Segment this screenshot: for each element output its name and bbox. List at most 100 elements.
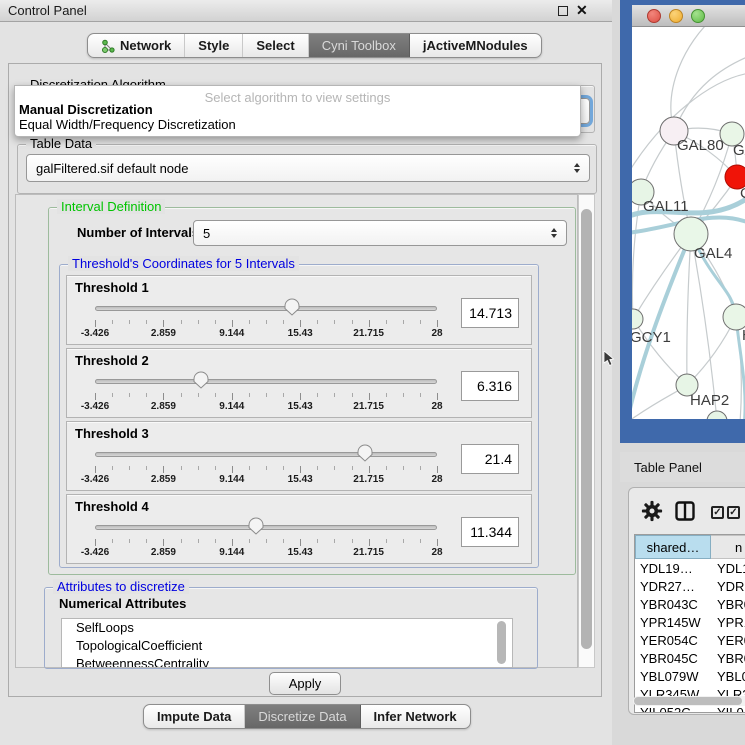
network-node[interactable] (707, 411, 727, 419)
slider-tick (198, 393, 199, 397)
network-view-window: GAL80GACGAL11GAL4GCY1HHAP2 (620, 0, 745, 443)
threshold-slider-track[interactable] (95, 379, 437, 384)
table-scrollbar-thumb[interactable] (634, 697, 742, 705)
network-node-label: GA (733, 142, 745, 159)
slider-tick-label: 15.43 (277, 401, 323, 412)
cell-shared-name[interactable]: YER054C (635, 631, 711, 649)
tab-label: Infer Network (374, 709, 457, 724)
network-node-gcy1[interactable] (632, 309, 643, 329)
threshold-slider-thumb[interactable] (284, 298, 300, 316)
tab-discretize-data[interactable]: Discretize Data (245, 705, 360, 728)
slider-tick (300, 320, 301, 327)
threshold-value-field[interactable] (461, 298, 519, 328)
tab-infer-network[interactable]: Infer Network (361, 705, 470, 728)
slider-tick (317, 393, 318, 397)
threshold-value-field[interactable] (461, 371, 519, 401)
checkbox-icon[interactable]: ✓ (711, 506, 724, 519)
slider-tick-label: 15.43 (277, 474, 323, 485)
cell-shared-name[interactable]: YBR043C (635, 595, 711, 613)
control-panel-tab-bar: Network Style Select Cyni ToolboxjActiveMNo… (87, 33, 542, 58)
attribute-list-item[interactable]: SelfLoops (62, 619, 512, 637)
table-panel-titlebar: Table Panel (620, 452, 745, 482)
threshold-panel: Threshold 2 -3.4262.8599.14415.4321.7152… (66, 348, 532, 418)
cell-shared-name[interactable]: YDL19… (635, 559, 711, 577)
attribute-list-item[interactable]: BetweennessCentrality (62, 655, 512, 668)
tab-style[interactable]: Style (185, 34, 243, 57)
table-row[interactable]: YER054CYER0 (635, 631, 745, 649)
threshold-slider-thumb[interactable] (248, 517, 264, 535)
table-settings-button[interactable] (641, 500, 663, 527)
tab-network[interactable]: Network (88, 34, 185, 57)
slider-tick (352, 393, 353, 397)
slider-tick (215, 466, 216, 470)
split-columns-icon (675, 501, 695, 521)
cell-shared-name[interactable]: YPR145W (635, 613, 711, 631)
table-row[interactable]: YBR043CYBR0 (635, 595, 745, 613)
slider-tick-label: 9.144 (209, 328, 255, 339)
tab-select[interactable]: Select (243, 34, 308, 57)
algorithm-option-equal-width[interactable]: Equal Width/Frequency Discretization (15, 117, 580, 132)
slider-tick (181, 393, 182, 397)
slider-tick (317, 539, 318, 543)
slider-tick (232, 320, 233, 327)
slider-tick (386, 466, 387, 470)
cell-shared-name[interactable]: YDR27… (635, 577, 711, 595)
threshold-slider-thumb[interactable] (193, 371, 209, 389)
slider-tick (163, 466, 164, 473)
table-row[interactable]: YPR145WYPR1 (635, 613, 745, 631)
threshold-value-field[interactable] (461, 517, 519, 547)
attribute-list-item[interactable]: TopologicalCoefficient (62, 637, 512, 655)
threshold-slider-thumb[interactable] (357, 444, 373, 462)
minimize-traffic-light-icon[interactable] (669, 9, 683, 23)
apply-button[interactable]: Apply (269, 672, 341, 695)
table-horizontal-scrollbar[interactable] (633, 696, 745, 706)
tab-label: Network (120, 38, 171, 53)
float-window-icon[interactable] (558, 6, 568, 16)
cell-name[interactable]: YDR2 (711, 577, 745, 595)
table-data-combobox[interactable]: galFiltered.sif default node (26, 154, 590, 182)
threshold-slider-track[interactable] (95, 452, 437, 457)
table-row[interactable]: YDR27…YDR2 (635, 577, 745, 595)
slider-tick (283, 466, 284, 470)
slider-tick (283, 320, 284, 324)
cell-name[interactable]: YER0 (711, 631, 745, 649)
slider-tick (129, 466, 130, 470)
network-window-titlebar[interactable] (632, 5, 745, 27)
table-row[interactable]: YDL19…YDL1 (635, 559, 745, 577)
network-node-label: GAL4 (694, 245, 732, 262)
threshold-value-field[interactable] (461, 444, 519, 474)
checkbox-icon[interactable]: ✓ (727, 506, 740, 519)
table-row[interactable]: YBR045CYBR0 (635, 649, 745, 667)
cell-shared-name[interactable]: YBR045C (635, 649, 711, 667)
numerical-attributes-label: Numerical Attributes (59, 596, 186, 611)
close-traffic-light-icon[interactable] (647, 9, 661, 23)
threshold-slider-track[interactable] (95, 525, 437, 530)
slider-tick (181, 539, 182, 543)
tab-impute-data[interactable]: Impute Data (144, 705, 245, 728)
close-icon[interactable]: ✕ (576, 2, 588, 19)
cell-name[interactable]: YBR0 (711, 595, 745, 613)
slider-tick (112, 320, 113, 324)
tab-label: Select (256, 38, 294, 53)
cell-name[interactable]: YBR0 (711, 649, 745, 667)
column-header-shared-name[interactable]: shared… (635, 535, 711, 559)
cell-shared-name[interactable]: YBL079W (635, 667, 711, 685)
table-row[interactable]: YBL079WYBL0 (635, 667, 745, 685)
gear-icon (641, 500, 663, 522)
tab-jactivemnodules[interactable]: jActiveMNodules (410, 34, 541, 57)
cell-name[interactable]: YBL0 (711, 667, 745, 685)
attributes-list-scrollbar[interactable] (497, 621, 506, 664)
cell-name[interactable]: YPR1 (711, 613, 745, 631)
settings-vertical-scrollbar[interactable] (578, 194, 595, 668)
tab-cyni-toolbox[interactable]: Cyni Toolbox (309, 34, 410, 57)
network-canvas[interactable]: GAL80GACGAL11GAL4GCY1HHAP2 (632, 27, 745, 419)
slider-tick-label: 9.144 (209, 547, 255, 558)
cell-name[interactable]: YDL1 (711, 559, 745, 577)
number-of-intervals-combobox[interactable]: 5 (193, 220, 567, 246)
zoom-traffic-light-icon[interactable] (691, 9, 705, 23)
settings-scrollbar-thumb[interactable] (581, 209, 592, 649)
threshold-label: Threshold 4 (75, 499, 149, 514)
column-header-name[interactable]: n (711, 535, 745, 559)
threshold-slider-track[interactable] (95, 306, 437, 311)
split-columns-button[interactable] (675, 501, 695, 526)
